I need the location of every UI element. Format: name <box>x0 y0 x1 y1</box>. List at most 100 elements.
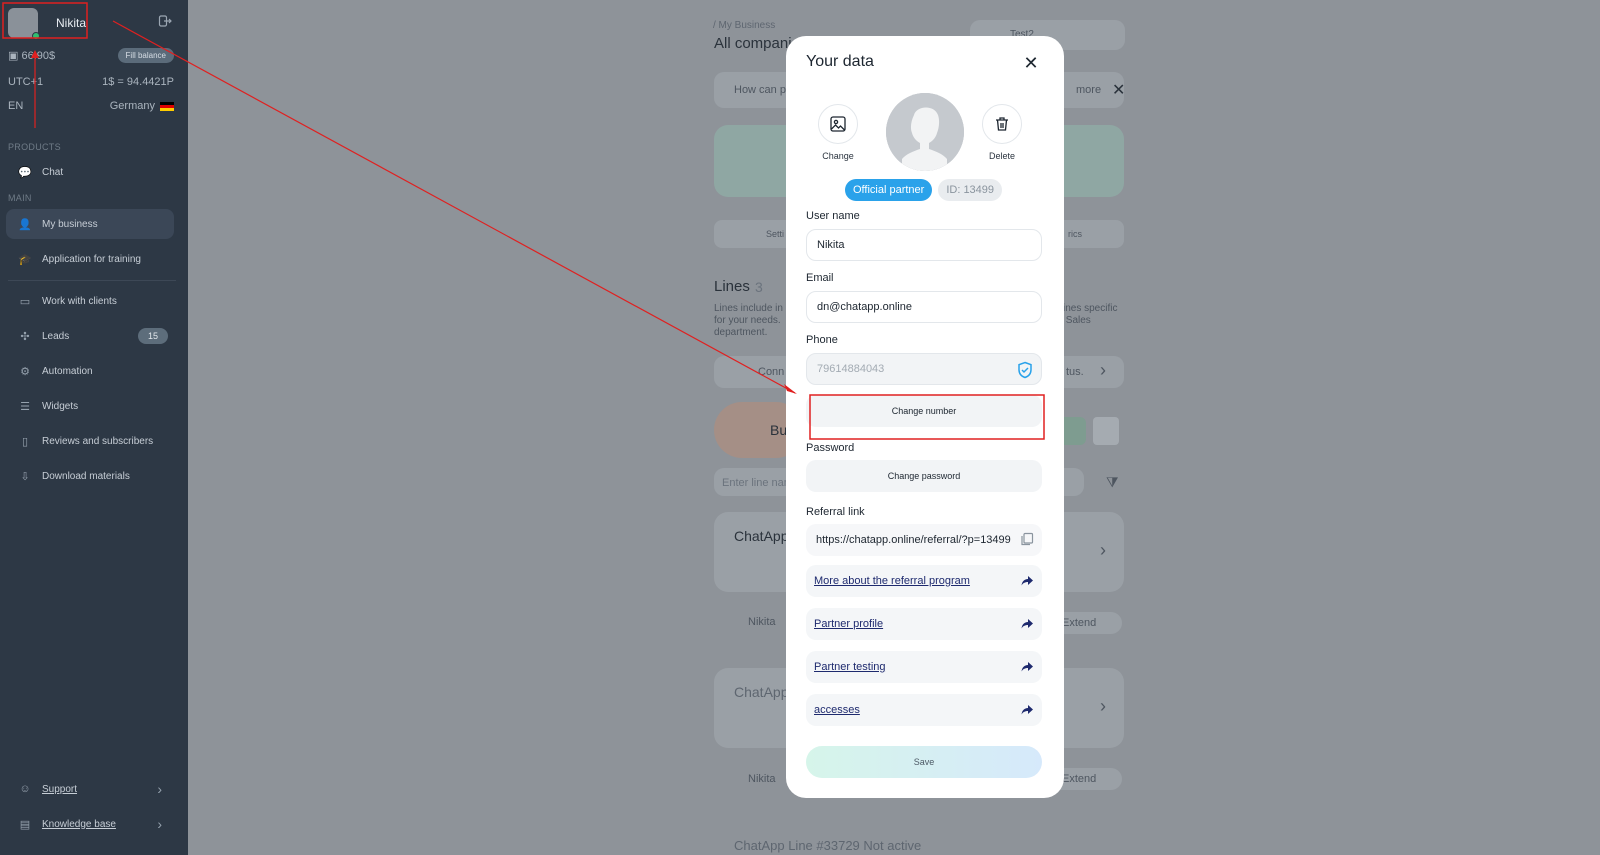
user-name: Nikita <box>56 16 87 30</box>
country-selector[interactable]: Germany <box>110 100 155 112</box>
divider <box>8 280 176 281</box>
locale-row: EN Germany <box>8 100 174 112</box>
delete-photo-button[interactable]: Delete <box>972 104 1032 161</box>
lines-title: Lines <box>714 278 750 295</box>
line-card-title: ChatApp <box>734 528 789 544</box>
sidebar-item-leads[interactable]: ✣ Leads 15 <box>6 321 174 351</box>
breadcrumb: / My Business <box>713 20 776 31</box>
referral-link-label: Referral link <box>806 506 865 518</box>
chevron-right-icon: › <box>1100 696 1106 716</box>
partner-testing-link[interactable]: Partner testing <box>806 651 1042 683</box>
partner-profile-link[interactable]: Partner profile <box>806 608 1042 640</box>
clients-icon: ▭ <box>19 295 31 308</box>
fill-balance-button[interactable]: Fill balance <box>117 48 174 63</box>
more-link[interactable]: more <box>1076 84 1101 96</box>
graduation-icon: 🎓 <box>18 253 32 266</box>
delete-photo-label: Delete <box>988 151 1015 161</box>
user-name-label: User name <box>806 210 860 222</box>
wallet-icon: ▣ <box>8 50 19 62</box>
sidebar-item-automation[interactable]: ⚙ Automation <box>6 356 174 386</box>
leads-icon: ✣ <box>20 330 30 343</box>
line-owner: Nikita <box>748 773 776 785</box>
tab-metrics[interactable]: rics <box>1068 229 1082 239</box>
reviews-icon: ▯ <box>21 435 29 448</box>
change-number-button[interactable]: Change number <box>806 395 1042 427</box>
language-selector[interactable]: EN <box>8 100 23 112</box>
buy-label: Bu <box>770 422 788 438</box>
section-products: PRODUCTS <box>8 142 61 152</box>
extend-label: Extend <box>1062 773 1097 785</box>
change-photo-label: Change <box>822 151 854 161</box>
balance-row: ▣ 66.90$ Fill balance <box>8 48 174 63</box>
chevron-right-icon: › <box>1100 540 1106 560</box>
widgets-icon: ☰ <box>20 400 30 413</box>
share-arrow-icon <box>1020 617 1034 631</box>
line-card-title: ChatApp <box>734 684 789 700</box>
inactive-line-title: ChatApp Line #33729 Not active <box>734 838 922 853</box>
close-icon[interactable]: ✕ <box>1022 54 1040 72</box>
page-title: All compani <box>714 35 792 52</box>
help-text: How can p <box>734 84 786 96</box>
chevron-right-icon: › <box>1100 360 1106 380</box>
online-status-dot <box>32 32 40 40</box>
sidebar-item-knowledge-base[interactable]: ▤ Knowledge base › <box>6 809 174 839</box>
share-arrow-icon <box>1020 574 1034 588</box>
chevron-right-icon: › <box>157 781 162 797</box>
save-button[interactable]: Save <box>806 746 1042 778</box>
sidebar-item-label: My business <box>42 218 98 230</box>
avatar <box>8 8 40 40</box>
support-icon: ☺ <box>19 783 31 795</box>
phone-input: 79614884043 <box>806 353 1042 385</box>
book-icon: ▤ <box>19 818 31 831</box>
filter-icon[interactable]: ⧩ <box>1106 474 1119 491</box>
link-label: accesses <box>814 704 860 716</box>
sidebar-item-label: Work with clients <box>42 295 117 307</box>
status-text: tus. <box>1066 366 1084 378</box>
logout-icon[interactable] <box>158 14 172 28</box>
exchange-rate: 1$ = 94.4421P <box>102 76 174 88</box>
email-label: Email <box>806 272 834 284</box>
share-arrow-icon <box>1020 660 1034 674</box>
sidebar-item-reviews-and-subscribers[interactable]: ▯ Reviews and subscribers <box>6 426 174 456</box>
change-photo-button[interactable]: Change <box>808 104 868 161</box>
user-profile-button[interactable]: Nikita <box>8 8 87 40</box>
sidebar-item-application-for-training[interactable]: 🎓 Application for training <box>6 244 174 274</box>
link-label: Partner profile <box>814 618 884 630</box>
copy-icon[interactable] <box>1020 532 1034 546</box>
user-name-input[interactable]: Nikita <box>806 229 1042 261</box>
image-icon <box>818 104 858 144</box>
sidebar-item-chat[interactable]: 💬 Chat <box>6 157 174 187</box>
phone-label: Phone <box>806 334 838 346</box>
sidebar-item-label: Application for training <box>42 253 141 265</box>
user-id-badge: ID: 13499 <box>938 179 1003 201</box>
balance-value: 66.90$ <box>21 50 56 62</box>
link-label: Partner testing <box>814 661 886 673</box>
modal-title: Your data <box>806 53 874 70</box>
referral-program-link[interactable]: More about the referral program <box>806 565 1042 597</box>
sidebar-item-download-materials[interactable]: ⇩ Download materials <box>6 461 174 491</box>
sidebar-item-label: Support <box>42 783 78 795</box>
sidebar-item-label: Leads <box>42 330 70 342</box>
chevron-right-icon: › <box>157 816 162 832</box>
close-banner-icon[interactable]: ✕ <box>1112 80 1125 100</box>
trash-icon <box>982 104 1022 144</box>
sidebar-item-support[interactable]: ☺ Support › <box>6 774 174 804</box>
tab-settings[interactable]: Setti <box>766 229 784 239</box>
accesses-link[interactable]: accesses <box>806 694 1042 726</box>
sidebar-item-work-with-clients[interactable]: ▭ Work with clients <box>6 286 174 316</box>
sidebar-item-my-business[interactable]: 👤 My business <box>6 209 174 239</box>
list-view-icon[interactable] <box>1093 417 1119 445</box>
verified-shield-icon <box>1017 361 1033 382</box>
line-owner: Nikita <box>748 616 776 628</box>
sidebar-item-label: Chat <box>42 166 64 178</box>
sidebar-item-label: Knowledge base <box>42 818 116 830</box>
email-input[interactable]: dn@chatapp.online <box>806 291 1042 323</box>
automation-icon: ⚙ <box>20 365 30 378</box>
official-partner-badge: Official partner <box>845 179 933 201</box>
chat-icon: 💬 <box>18 166 32 179</box>
timezone[interactable]: UTC+1 <box>8 76 43 88</box>
referral-link-field[interactable]: https://chatapp.online/referral/?p=13499 <box>806 524 1042 556</box>
change-password-button[interactable]: Change password <box>806 460 1042 492</box>
sidebar-item-widgets[interactable]: ☰ Widgets <box>6 391 174 421</box>
timezone-row: UTC+1 1$ = 94.4421P <box>8 76 174 88</box>
